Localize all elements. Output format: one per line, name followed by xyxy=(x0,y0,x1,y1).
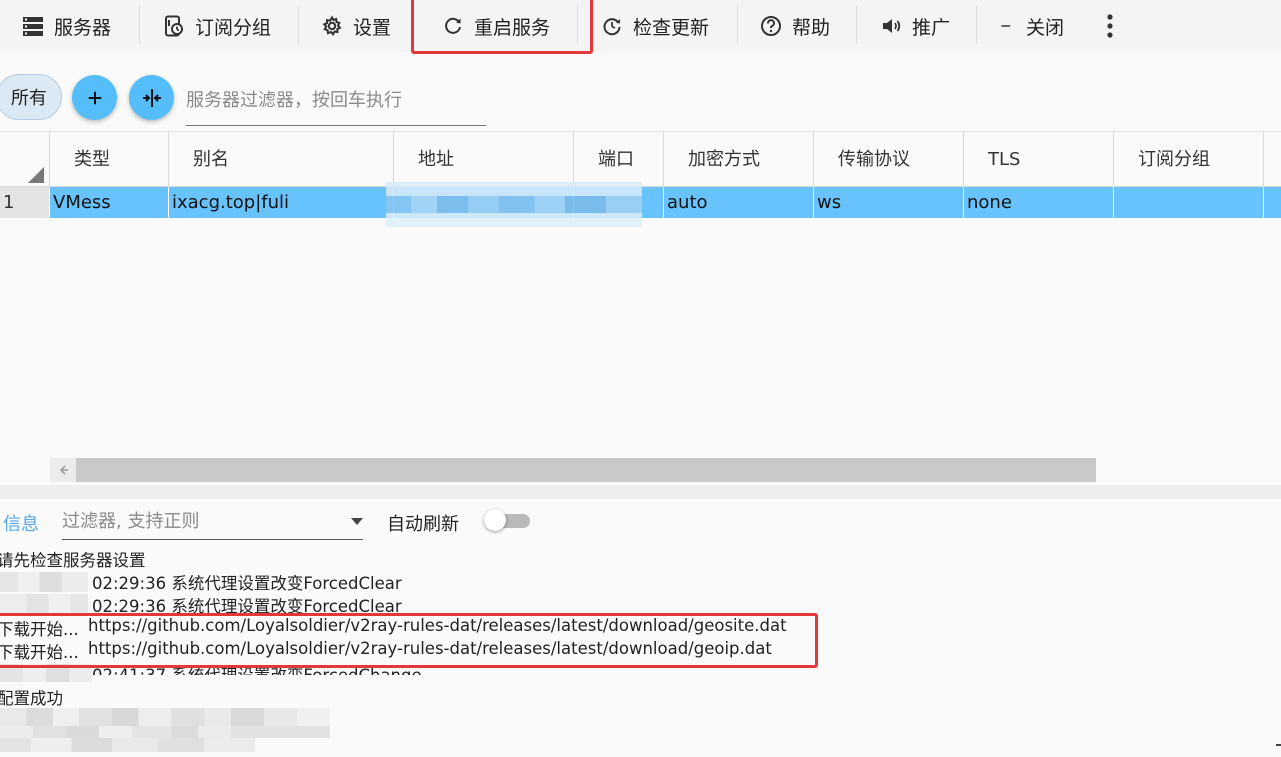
subscription-group-label: 订阅分组 xyxy=(195,16,272,39)
auto-refresh-label: 自动刷新 xyxy=(387,514,459,535)
log-line-url: https://github.com/Loyalsoldier/v2ray-ru… xyxy=(88,616,787,635)
toolbar: 服务器 订阅分组 设置 重启服务 检查更新 帮助 推广 关闭 xyxy=(0,0,1281,52)
toggle-thumb xyxy=(484,509,506,531)
row-index: 1 xyxy=(0,187,50,218)
toolbar-divider xyxy=(737,6,738,44)
log-filter-combobox[interactable] xyxy=(62,504,363,540)
column-header-port[interactable]: 端口 xyxy=(574,132,664,187)
toolbar-divider xyxy=(577,6,578,44)
toolbar-divider xyxy=(139,6,140,44)
redacted-block xyxy=(0,726,330,738)
redacted-block xyxy=(0,664,92,682)
log-line-prefix: 下载开始... xyxy=(0,643,79,662)
check-update-label: 检查更新 xyxy=(633,16,710,39)
column-header-type[interactable]: 类型 xyxy=(50,132,169,187)
log-line-prefix: 下载开始... xyxy=(0,620,79,639)
column-header-sub-group[interactable]: 订阅分组 xyxy=(1114,132,1264,187)
minus-icon xyxy=(1001,25,1011,27)
toolbar-divider xyxy=(856,6,857,44)
log-line: 02:29:36 系统代理设置改变ForcedClear xyxy=(92,597,402,616)
close-label: 关闭 xyxy=(1026,16,1065,39)
column-header-alias[interactable]: 别名 xyxy=(169,132,394,187)
servers-label: 服务器 xyxy=(54,16,112,39)
cell-sub-group xyxy=(1114,187,1264,218)
horizontal-scrollbar[interactable] xyxy=(50,458,1096,482)
add-server-button[interactable] xyxy=(72,75,117,120)
refresh-clock-icon xyxy=(603,18,621,36)
log-filter-input[interactable] xyxy=(62,504,332,538)
scroll-left-button[interactable] xyxy=(50,458,76,482)
table-corner[interactable] xyxy=(0,132,50,187)
column-header-filler xyxy=(1264,132,1281,187)
more-menu-button[interactable] xyxy=(1104,0,1116,52)
redacted-block xyxy=(0,594,88,614)
column-header-security[interactable]: 加密方式 xyxy=(664,132,814,187)
log-line: 请先检查服务器设置 xyxy=(0,551,146,570)
auto-refresh-toggle[interactable] xyxy=(484,509,530,531)
subscription-group-button[interactable]: 订阅分组 xyxy=(163,0,271,52)
more-vertical-icon xyxy=(1107,14,1113,38)
corner-triangle-icon xyxy=(28,167,44,183)
check-update-button[interactable]: 检查更新 xyxy=(601,0,709,52)
help-icon xyxy=(761,16,781,36)
server-filter-input[interactable] xyxy=(186,76,486,126)
filter-all-pill[interactable]: 所有 xyxy=(0,74,62,120)
column-header-address[interactable]: 地址 xyxy=(394,132,574,187)
panel-splitter[interactable] xyxy=(0,485,1281,499)
redacted-block xyxy=(0,708,330,726)
toolbar-divider xyxy=(976,6,977,44)
promote-button[interactable]: 推广 xyxy=(880,0,950,52)
plus-icon xyxy=(88,91,101,104)
gear-icon xyxy=(322,15,342,37)
restart-service-label: 重启服务 xyxy=(474,16,551,39)
cell-security: auto xyxy=(664,187,814,218)
settings-label: 设置 xyxy=(353,16,392,39)
servers-button[interactable]: 服务器 xyxy=(22,0,111,52)
server-stack-icon xyxy=(23,17,43,36)
close-button[interactable]: 关闭 xyxy=(1000,0,1064,52)
toolbar-divider xyxy=(298,6,299,44)
column-header-network[interactable]: 传输协议 xyxy=(814,132,964,187)
subscription-icon xyxy=(165,15,183,37)
restart-service-button[interactable]: 重启服务 xyxy=(442,0,550,52)
redacted-address-port xyxy=(386,182,642,227)
help-label: 帮助 xyxy=(792,16,831,39)
split-horizontal-icon xyxy=(142,88,161,107)
cell-alias: ixacg.top|fuli xyxy=(169,187,394,218)
cell-type: VMess xyxy=(50,187,169,218)
split-column-button[interactable] xyxy=(129,75,174,120)
column-header-tls[interactable]: TLS xyxy=(964,132,1114,187)
log-line: 02:29:36 系统代理设置改变ForcedClear xyxy=(92,574,402,593)
filter-all-label: 所有 xyxy=(11,88,47,109)
log-line: 02:41:37 系统代理设置改变ForcedChange xyxy=(92,662,422,675)
log-line-url: https://github.com/Loyalsoldier/v2ray-ru… xyxy=(88,639,772,658)
arrow-left-icon xyxy=(59,465,68,475)
info-tab[interactable]: 信息 xyxy=(3,510,39,536)
cell-tls: none xyxy=(964,187,1114,218)
window-edge-mark xyxy=(1276,744,1281,746)
log-line: 配置成功 xyxy=(0,689,63,708)
settings-button[interactable]: 设置 xyxy=(321,0,391,52)
cell-network: ws xyxy=(814,187,964,218)
redacted-block xyxy=(0,738,255,752)
restart-icon xyxy=(445,17,461,34)
help-button[interactable]: 帮助 xyxy=(760,0,830,52)
speaker-icon xyxy=(883,19,901,33)
redacted-block xyxy=(0,572,88,592)
promote-label: 推广 xyxy=(912,16,951,39)
dropdown-arrow-icon[interactable] xyxy=(351,518,363,525)
